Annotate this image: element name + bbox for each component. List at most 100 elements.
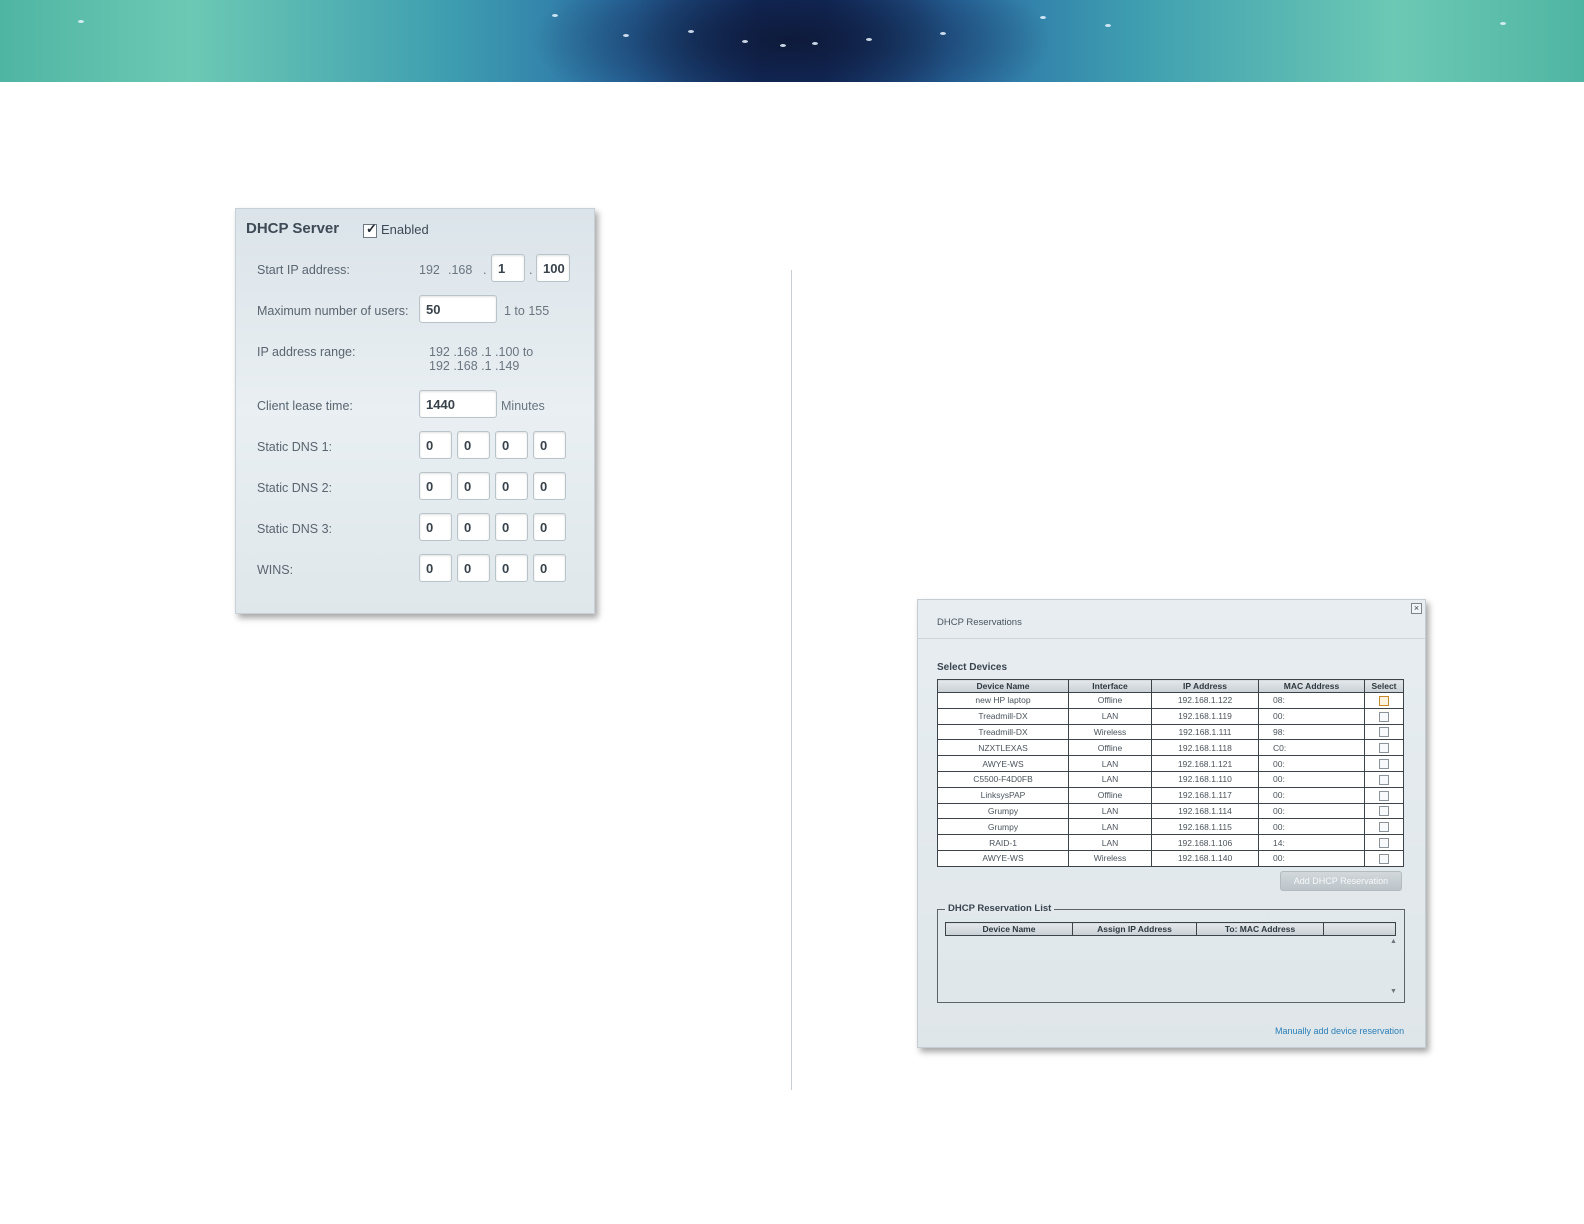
wins-octet-3[interactable]: 0 xyxy=(495,554,528,582)
ip-range-end: 192 .168 .1 .149 xyxy=(429,359,520,373)
table-row: Grumpy LAN 192.168.1.115 00: xyxy=(937,818,1404,836)
ip-address-cell: 192.168.1.117 xyxy=(1151,786,1259,804)
close-icon[interactable]: × xyxy=(1411,603,1422,614)
static-dns-2-octet-3[interactable]: 0 xyxy=(495,472,528,500)
column-header: Select xyxy=(1364,679,1404,693)
interface-cell: LAN xyxy=(1068,770,1152,788)
device-name-cell: Treadmill-DX xyxy=(937,707,1069,725)
interface-cell: LAN xyxy=(1068,802,1152,820)
mac-address-cell: 98: xyxy=(1258,723,1365,741)
wins-label: WINS: xyxy=(257,563,294,577)
devices-table-header: Device Name Interface IP Address MAC Add… xyxy=(937,679,1404,693)
select-checkbox[interactable] xyxy=(1379,774,1389,785)
ip-address-cell: 192.168.1.115 xyxy=(1151,818,1259,836)
ip-address-cell: 192.168.1.114 xyxy=(1151,802,1259,820)
add-reservation-button[interactable]: Add DHCP Reservation xyxy=(1280,871,1402,891)
select-checkbox[interactable] xyxy=(1379,695,1389,706)
ip-address-cell: 192.168.1.119 xyxy=(1151,707,1259,725)
select-cell xyxy=(1364,802,1404,820)
select-cell xyxy=(1364,818,1404,836)
select-checkbox[interactable] xyxy=(1379,790,1389,801)
select-checkbox[interactable] xyxy=(1379,727,1389,738)
static-dns-1-octet-2[interactable]: 0 xyxy=(457,431,490,459)
mac-address-cell: 00: xyxy=(1258,786,1365,804)
select-cell xyxy=(1364,849,1404,867)
ip-address-cell: 192.168.1.122 xyxy=(1151,692,1259,709)
static-dns-1-label: Static DNS 1: xyxy=(257,440,333,454)
interface-cell: LAN xyxy=(1068,707,1152,725)
static-dns-3-octet-2[interactable]: 0 xyxy=(457,513,490,541)
select-checkbox[interactable] xyxy=(1379,822,1389,833)
ip-range-start: 192 .168 .1 .100 to xyxy=(429,345,534,359)
static-dns-1-octet-1[interactable]: 0 xyxy=(419,431,452,459)
table-row: LinksysPAP Offline 192.168.1.117 00: xyxy=(937,786,1404,804)
interface-cell: LAN xyxy=(1068,818,1152,836)
devices-table: Device Name Interface IP Address MAC Add… xyxy=(937,679,1404,867)
manual-reservation-link[interactable]: Manually add device reservation xyxy=(1275,1026,1404,1036)
scroll-down-icon[interactable]: ▼ xyxy=(1390,988,1397,995)
select-devices-heading: Select Devices xyxy=(937,662,1008,673)
ip-dot: . xyxy=(483,263,487,277)
column-header: Assign IP Address xyxy=(1072,922,1197,936)
interface-cell: Offline xyxy=(1068,786,1152,804)
table-row: C5500-F4D0FB LAN 192.168.1.110 00: xyxy=(937,770,1404,788)
ip-range-label: IP address range: xyxy=(257,345,356,359)
reservation-list-header: Device Name Assign IP Address To: MAC Ad… xyxy=(945,922,1396,936)
ip-address-cell: 192.168.1.111 xyxy=(1151,723,1259,741)
ip-address-cell: 192.168.1.118 xyxy=(1151,739,1259,757)
interface-cell: Offline xyxy=(1068,692,1152,709)
device-name-cell: RAID-1 xyxy=(937,834,1069,851)
wins-octet-2[interactable]: 0 xyxy=(457,554,490,582)
ip-address-cell: 192.168.1.110 xyxy=(1151,770,1259,788)
device-name-cell: C5500-F4D0FB xyxy=(937,770,1069,788)
check-icon: ✓ xyxy=(366,221,377,236)
max-users-input[interactable]: 50 xyxy=(419,295,497,323)
static-dns-3-octet-4[interactable]: 0 xyxy=(533,513,566,541)
enabled-label: Enabled xyxy=(381,222,429,237)
static-dns-1-octet-4[interactable]: 0 xyxy=(533,431,566,459)
mac-address-cell: 00: xyxy=(1258,802,1365,820)
select-checkbox[interactable] xyxy=(1379,806,1389,817)
wins-octet-1[interactable]: 0 xyxy=(419,554,452,582)
table-row: AWYE-WS Wireless 192.168.1.140 00: xyxy=(937,849,1404,867)
static-dns-3-octet-1[interactable]: 0 xyxy=(419,513,452,541)
select-cell xyxy=(1364,786,1404,804)
ip-address-cell: 192.168.1.140 xyxy=(1151,849,1259,867)
device-name-cell: AWYE-WS xyxy=(937,755,1069,772)
scroll-up-icon[interactable]: ▲ xyxy=(1390,938,1397,945)
device-name-cell: Grumpy xyxy=(937,818,1069,836)
interface-cell: Offline xyxy=(1068,739,1152,757)
start-ip-octet-2: .168 xyxy=(448,263,473,277)
select-checkbox[interactable] xyxy=(1379,711,1389,722)
lease-time-unit: Minutes xyxy=(501,399,545,413)
column-header: Device Name xyxy=(937,679,1069,693)
column-header: To: MAC Address xyxy=(1196,922,1324,936)
wins-octet-4[interactable]: 0 xyxy=(533,554,566,582)
static-dns-1-octet-3[interactable]: 0 xyxy=(495,431,528,459)
table-row: AWYE-WS LAN 192.168.1.121 00: xyxy=(937,755,1404,772)
device-name-cell: new HP laptop xyxy=(937,692,1069,709)
enabled-checkbox[interactable]: ✓ xyxy=(363,221,377,238)
static-dns-2-octet-2[interactable]: 0 xyxy=(457,472,490,500)
column-header: Device Name xyxy=(945,922,1073,936)
select-checkbox[interactable] xyxy=(1379,853,1389,864)
table-row: Treadmill-DX Wireless 192.168.1.111 98: xyxy=(937,723,1404,741)
lease-time-input[interactable]: 1440 xyxy=(419,390,497,418)
column-header: MAC Address xyxy=(1258,679,1365,693)
ip-dot: . xyxy=(529,263,533,277)
reservation-list-group: DHCP Reservation List Device Name Assign… xyxy=(937,903,1405,1003)
table-row: NZXTLEXAS Offline 192.168.1.118 C0: xyxy=(937,739,1404,757)
select-checkbox[interactable] xyxy=(1379,837,1389,848)
column-header xyxy=(1323,922,1396,936)
start-ip-octet-3-input[interactable]: 1 xyxy=(491,254,525,282)
static-dns-3-octet-3[interactable]: 0 xyxy=(495,513,528,541)
start-ip-octet-4-input[interactable]: 100 xyxy=(536,254,570,282)
static-dns-2-octet-1[interactable]: 0 xyxy=(419,472,452,500)
reservation-list-heading: DHCP Reservation List xyxy=(945,903,1055,914)
panel-title: DHCP Server xyxy=(246,220,340,237)
select-checkbox[interactable] xyxy=(1379,758,1389,769)
ip-address-cell: 192.168.1.121 xyxy=(1151,755,1259,772)
static-dns-2-octet-4[interactable]: 0 xyxy=(533,472,566,500)
static-dns-3-label: Static DNS 3: xyxy=(257,522,333,536)
select-checkbox[interactable] xyxy=(1379,743,1389,754)
